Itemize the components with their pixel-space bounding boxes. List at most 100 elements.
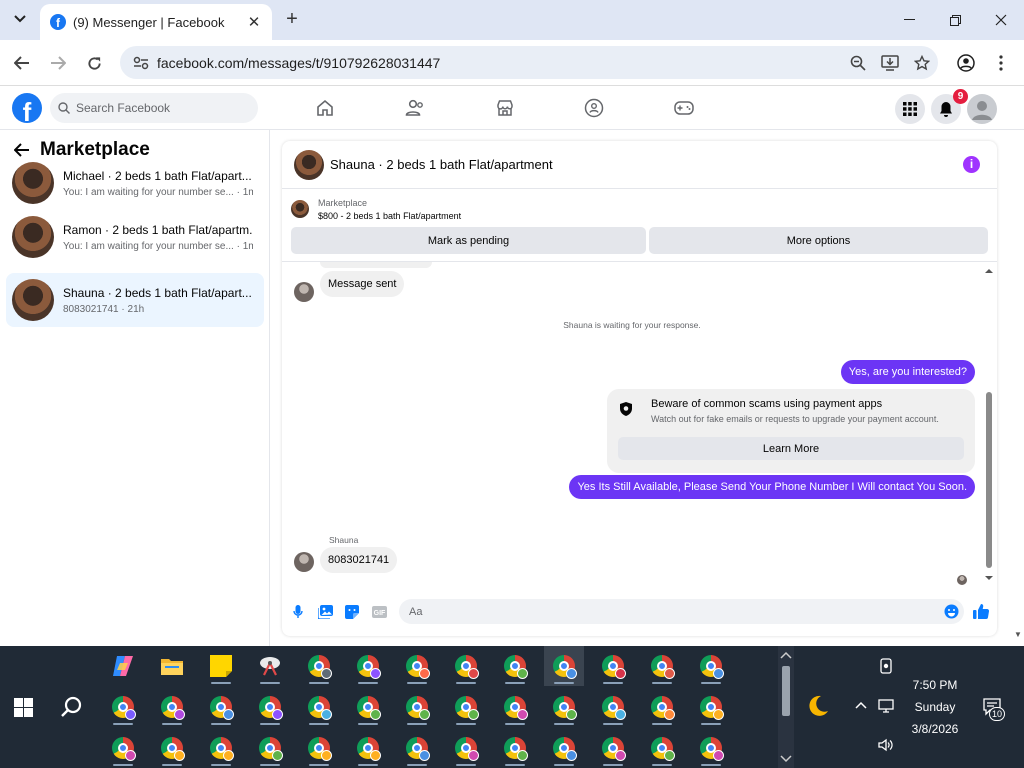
new-tab-icon[interactable]: + [282,9,302,29]
back-arrow-icon[interactable] [14,143,30,157]
conversation-item-active[interactable]: Shauna · 2 beds 1 bath Flat/apart... 808… [6,273,264,327]
snipping-tool-icon[interactable] [250,646,290,686]
message-input[interactable] [409,605,929,618]
sticker-icon[interactable] [344,604,360,620]
chrome-icon[interactable] [593,646,633,686]
chrome-icon[interactable] [495,646,535,686]
friends-icon[interactable] [402,95,428,121]
chrome-icon[interactable] [593,728,633,768]
chrome-icon[interactable] [691,728,731,768]
more-options-button[interactable]: More options [649,227,988,254]
taskbar-scrollbar[interactable] [778,646,794,768]
chrome-icon[interactable] [201,687,241,727]
photo-icon[interactable] [317,604,333,620]
chrome-icon[interactable] [691,687,731,727]
tab-close-icon[interactable]: ✕ [244,12,264,32]
account-avatar[interactable] [967,94,997,124]
notification-center-icon[interactable]: 10 [982,698,1005,721]
windows-start-icon[interactable] [14,698,33,717]
message-composer[interactable] [399,599,964,624]
chrome-icon[interactable] [201,728,241,768]
marketplace-icon[interactable] [492,95,518,121]
clock-time[interactable]: 7:50 PM [890,678,980,692]
chrome-icon[interactable] [299,646,339,686]
sticky-notes-icon[interactable] [201,646,241,686]
like-thumb-icon[interactable] [972,602,990,620]
emoji-icon[interactable] [944,604,959,619]
search-input[interactable] [76,101,246,115]
chrome-icon[interactable] [495,687,535,727]
chrome-icon[interactable] [446,687,486,727]
profile-icon[interactable] [953,50,979,76]
reload-icon[interactable] [81,50,107,76]
show-hidden-icons-chevron[interactable] [855,701,867,709]
night-light-icon[interactable] [806,694,830,718]
tab-search-chevron-icon[interactable] [8,7,32,31]
chrome-icon[interactable] [544,646,584,686]
file-explorer-icon[interactable] [152,646,192,686]
chrome-icon[interactable] [544,728,584,768]
chrome-icon[interactable] [299,728,339,768]
chrome-icon[interactable] [544,687,584,727]
chrome-icon[interactable] [152,687,192,727]
zoom-icon[interactable] [842,46,874,79]
volume-icon[interactable] [878,738,894,752]
copilot-icon[interactable] [103,646,143,686]
clock-date[interactable]: 3/8/2026 [890,722,980,736]
forward-icon[interactable] [45,50,71,76]
thread-scrollbar[interactable] [984,266,994,591]
page-scroll-down-icon[interactable]: ▼ [1012,630,1024,644]
restore-icon[interactable] [932,0,978,40]
listing-title[interactable]: $800 - 2 beds 1 bath Flat/apartment [318,211,461,221]
chrome-icon[interactable] [299,687,339,727]
address-bar[interactable]: facebook.com/messages/t/910792628031447 [120,46,938,79]
info-icon[interactable]: i [963,156,980,173]
minimize-icon[interactable] [886,0,932,40]
chrome-icon[interactable] [348,728,388,768]
install-app-icon[interactable] [874,46,906,79]
chrome-icon[interactable] [397,728,437,768]
chrome-icon[interactable] [593,687,633,727]
site-settings-icon[interactable] [130,56,152,70]
microphone-icon[interactable] [290,604,306,620]
window-close-icon[interactable] [978,0,1024,40]
chrome-icon[interactable] [250,728,290,768]
gaming-icon[interactable] [671,95,697,121]
conversation-item[interactable]: Ramon · 2 beds 1 bath Flat/apartm... You… [6,210,264,264]
browser-menu-icon[interactable] [988,50,1014,76]
facebook-search[interactable] [50,93,258,123]
screen-record-icon[interactable] [879,658,893,674]
chrome-icon[interactable] [642,687,682,727]
chrome-icon[interactable] [103,728,143,768]
menu-grid-icon[interactable] [895,94,925,124]
chrome-icon[interactable] [397,687,437,727]
chrome-icon[interactable] [691,646,731,686]
chrome-icon[interactable] [348,646,388,686]
facebook-logo-icon[interactable]: f [12,93,42,123]
bookmark-star-icon[interactable] [906,46,938,79]
chat-title[interactable]: Shauna · 2 beds 1 bath Flat/apartment [330,157,553,172]
chrome-icon[interactable] [397,646,437,686]
chrome-icon[interactable] [103,687,143,727]
url-text[interactable]: facebook.com/messages/t/910792628031447 [157,55,842,71]
clock-day[interactable]: Sunday [890,700,980,714]
taskbar-search-icon[interactable] [60,695,84,719]
conversation-item[interactable]: Michael · 2 beds 1 bath Flat/apart... Yo… [6,156,264,210]
chrome-icon[interactable] [495,728,535,768]
chrome-icon[interactable] [152,728,192,768]
home-icon[interactable] [312,95,338,121]
groups-icon[interactable] [581,95,607,121]
back-icon[interactable] [9,50,35,76]
chrome-icon[interactable] [250,687,290,727]
mark-pending-button[interactable]: Mark as pending [291,227,646,254]
chrome-icon[interactable] [642,646,682,686]
chat-thumbnail[interactable] [294,149,324,180]
chrome-icon[interactable] [642,728,682,768]
gif-icon[interactable]: GIF [371,604,387,620]
chrome-icon[interactable] [348,687,388,727]
notifications-bell-icon[interactable]: 9 [931,89,968,124]
learn-more-button[interactable]: Learn More [618,437,964,460]
chrome-icon[interactable] [446,646,486,686]
chrome-icon[interactable] [446,728,486,768]
browser-tab[interactable]: f (9) Messenger | Facebook ✕ [40,4,272,40]
